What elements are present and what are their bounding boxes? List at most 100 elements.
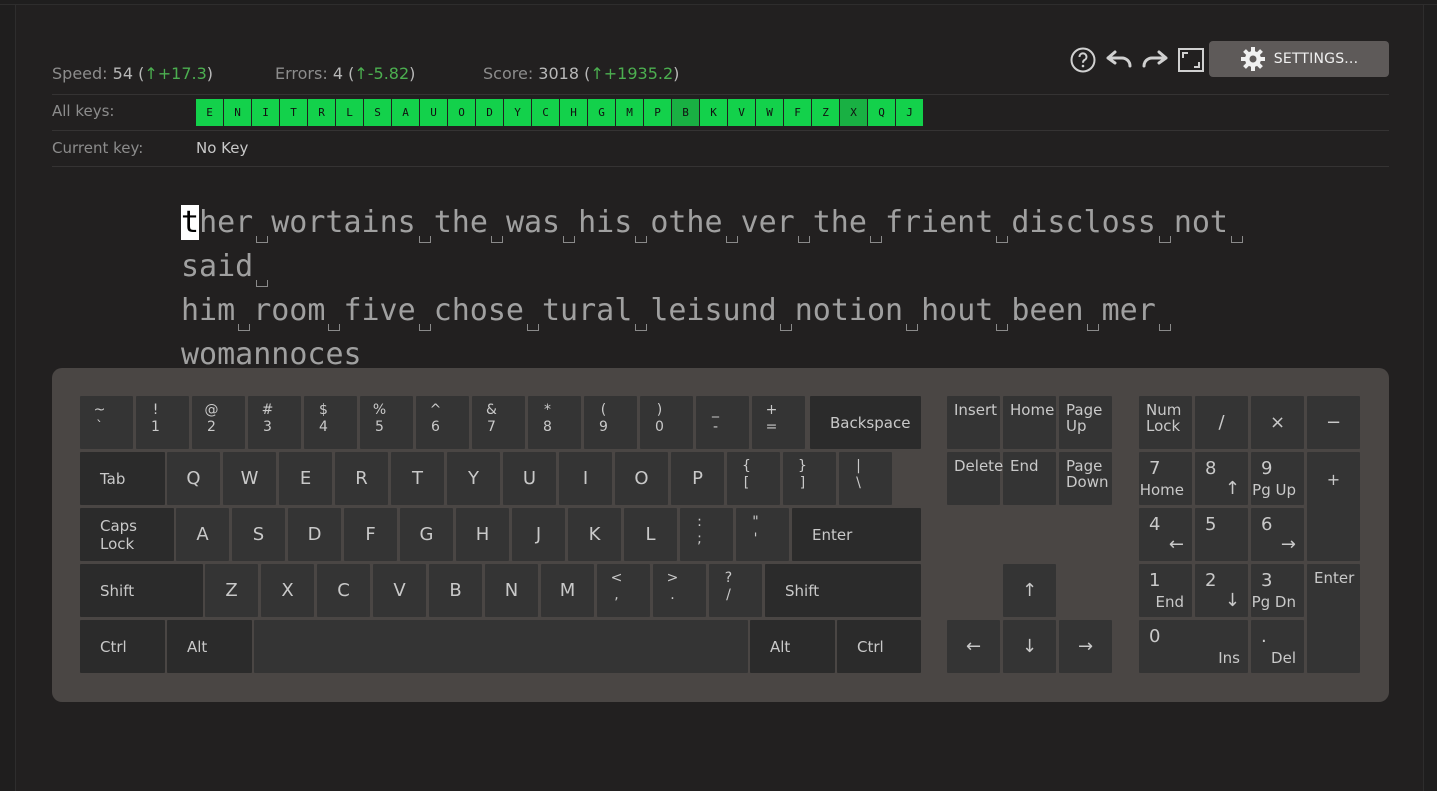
key-chip: G: [588, 99, 615, 126]
numpad-6-key[interactable]: 6 →: [1251, 508, 1304, 561]
space-marker: [795, 215, 813, 245]
key-s[interactable]: S: [232, 508, 285, 561]
numpad-9-key[interactable]: 9 Pg Up: [1251, 452, 1304, 505]
key-\[interactable]: | \: [839, 452, 892, 505]
caps-lock-key[interactable]: Caps Lock: [80, 508, 174, 561]
lesson-word: her: [199, 205, 254, 240]
key-=[interactable]: + =: [752, 396, 805, 449]
page-up-key[interactable]: Page Up: [1059, 396, 1112, 449]
key-x[interactable]: X: [261, 564, 314, 617]
key-chip: L: [336, 99, 363, 126]
insert-key[interactable]: Insert: [947, 396, 1000, 449]
key-r[interactable]: R: [335, 452, 388, 505]
key-g[interactable]: G: [400, 508, 453, 561]
keyboard: ~ `! 1 @2 #3 $4% 5 ^ 6 & 7 * 8(9) 0 _ - + = Backspace Tab Q W…: [52, 368, 1389, 702]
key-quote[interactable]: " ': [736, 508, 789, 561]
key-label: /: [726, 587, 731, 603]
enter-key[interactable]: Enter: [792, 508, 921, 561]
undo-icon[interactable]: [1102, 43, 1136, 77]
key-chip: P: [644, 99, 671, 126]
key-chip: F: [784, 99, 811, 126]
numpad-4-key[interactable]: 4 ←: [1139, 508, 1192, 561]
left-ctrl-key[interactable]: Ctrl: [80, 620, 165, 673]
lesson-word: been: [1011, 293, 1084, 328]
key-b[interactable]: B: [429, 564, 482, 617]
numpad-8-key[interactable]: 8 ↑: [1195, 452, 1248, 505]
numpad-multiply-key[interactable]: ×: [1251, 396, 1304, 449]
key-f[interactable]: F: [344, 508, 397, 561]
key-q[interactable]: Q: [167, 452, 220, 505]
arrow-left-key[interactable]: ←: [947, 620, 1000, 673]
home-key[interactable]: Home: [1003, 396, 1056, 449]
key-label: N: [504, 580, 519, 601]
numpad-7-key[interactable]: 7 Home: [1139, 452, 1192, 505]
right-alt-key[interactable]: Alt: [750, 620, 835, 673]
numpad-decimal-key[interactable]: . Del: [1251, 620, 1304, 673]
numpad-plus-key[interactable]: +: [1307, 452, 1360, 561]
right-shift-key[interactable]: Shift: [765, 564, 921, 617]
key-t[interactable]: T: [391, 452, 444, 505]
numpad-divide-key[interactable]: /: [1195, 396, 1248, 449]
lesson-word: room: [253, 293, 326, 328]
page-down-key[interactable]: Page Down: [1059, 452, 1112, 505]
key-c[interactable]: C: [317, 564, 370, 617]
key-o[interactable]: O: [615, 452, 668, 505]
key-v[interactable]: V: [373, 564, 426, 617]
key-n[interactable]: N: [485, 564, 538, 617]
end-key[interactable]: End: [1003, 452, 1056, 505]
key-y[interactable]: Y: [447, 452, 500, 505]
key-label: F: [365, 524, 376, 545]
arrow-right-key[interactable]: →: [1059, 620, 1112, 673]
numpad-3-key[interactable]: 3 Pg Dn: [1251, 564, 1304, 617]
num-lock-key[interactable]: Num Lock: [1139, 396, 1192, 449]
fullscreen-icon[interactable]: [1174, 43, 1208, 77]
key-label: Enter: [1314, 569, 1355, 587]
arrow-down-key[interactable]: ↓: [1003, 620, 1056, 673]
left-shift-key[interactable]: Shift: [80, 564, 203, 617]
numpad-1-key[interactable]: 1 End: [1139, 564, 1192, 617]
key-label: Q: [186, 468, 201, 489]
key-slash[interactable]: ? /: [709, 564, 762, 617]
space-marker: [524, 303, 542, 333]
numpad-minus-key[interactable]: −: [1307, 396, 1360, 449]
key-e[interactable]: E: [279, 452, 332, 505]
space-key[interactable]: [254, 620, 748, 673]
key-a[interactable]: A: [176, 508, 229, 561]
key-j[interactable]: J: [512, 508, 565, 561]
left-alt-key[interactable]: Alt: [167, 620, 252, 673]
key-w[interactable]: W: [223, 452, 276, 505]
key-h[interactable]: H: [456, 508, 509, 561]
numpad-enter-key[interactable]: Enter: [1307, 564, 1360, 673]
delete-key[interactable]: Delete: [947, 452, 1003, 505]
key-z[interactable]: Z: [205, 564, 258, 617]
key-k[interactable]: K: [568, 508, 621, 561]
key-chip: W: [756, 99, 783, 126]
arrow-up-key[interactable]: ↑: [1003, 564, 1056, 617]
key-label: G: [419, 524, 434, 545]
key-label: Pg Up: [1252, 481, 1296, 499]
key-label: ": [752, 514, 759, 530]
settings-button[interactable]: SETTINGS...: [1209, 41, 1389, 77]
toolbar: [1066, 42, 1210, 78]
right-ctrl-key[interactable]: Ctrl: [837, 620, 921, 673]
tab-key[interactable]: Tab: [80, 452, 165, 505]
help-icon[interactable]: [1066, 43, 1100, 77]
key-label: =: [765, 419, 778, 435]
key-label: +: [765, 402, 778, 418]
key-label: 2: [1205, 570, 1217, 591]
numpad-5-key[interactable]: 5: [1195, 508, 1248, 561]
key-label: X: [281, 580, 294, 601]
key-i[interactable]: I: [559, 452, 612, 505]
key-label: 6: [1261, 514, 1273, 535]
key-label: T: [412, 468, 423, 489]
key-d[interactable]: D: [288, 508, 341, 561]
all-keys-label: All keys:: [52, 102, 115, 120]
lesson-word: the: [812, 205, 867, 240]
key-label: ←: [1168, 534, 1184, 555]
backspace-key[interactable]: Backspace: [810, 396, 921, 449]
numpad-0-key[interactable]: 0 Ins: [1139, 620, 1248, 673]
numpad-2-key[interactable]: 2 ↓: [1195, 564, 1248, 617]
redo-icon[interactable]: [1138, 43, 1172, 77]
key-u[interactable]: U: [503, 452, 556, 505]
key-label: B: [449, 580, 462, 601]
